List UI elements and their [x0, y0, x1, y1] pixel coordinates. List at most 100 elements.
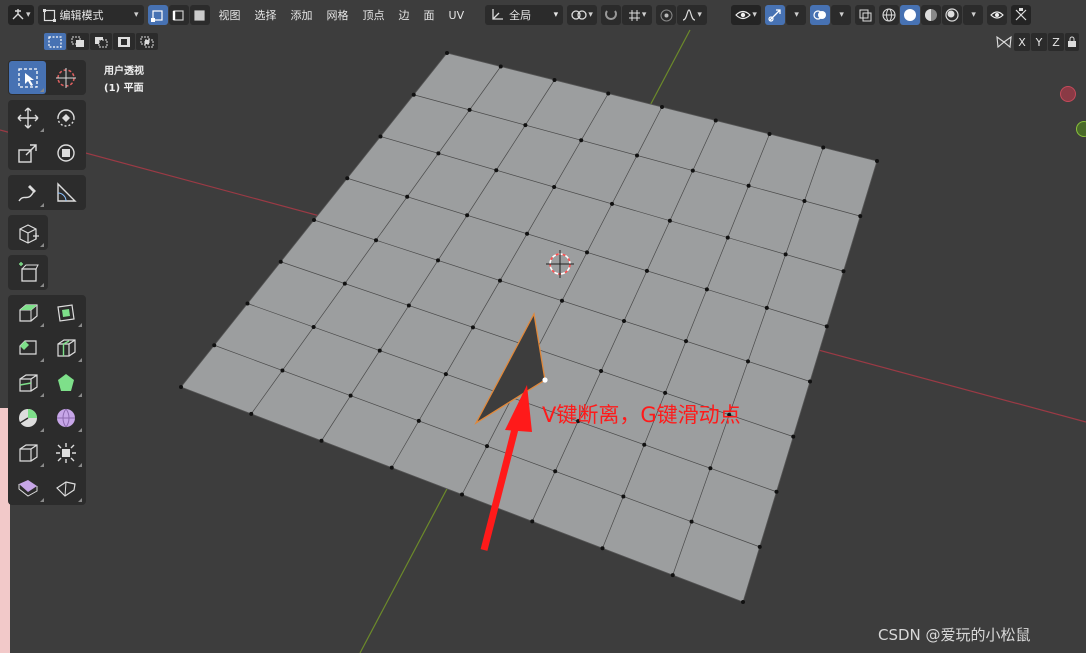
- vertex-select-button[interactable]: [147, 5, 168, 25]
- menu-mesh[interactable]: 网格: [322, 7, 354, 23]
- mesh-vertex[interactable]: [498, 64, 503, 69]
- snap-toggle-button[interactable]: [601, 5, 622, 25]
- rip-region-tool[interactable]: [47, 471, 84, 504]
- mesh-vertex[interactable]: [374, 238, 378, 243]
- mesh-vertex[interactable]: [875, 159, 879, 163]
- menu-add[interactable]: 添加: [286, 7, 318, 23]
- mesh-vertex[interactable]: [552, 78, 557, 82]
- select-subtract-button[interactable]: [90, 33, 112, 50]
- axis-z-button[interactable]: Z: [1048, 33, 1064, 51]
- mesh-vertex[interactable]: [708, 466, 713, 471]
- shrink-fatten-tool[interactable]: [47, 436, 84, 469]
- selected-vertex[interactable]: [542, 377, 548, 383]
- mesh-vertex[interactable]: [443, 372, 448, 377]
- scale-tool[interactable]: [9, 136, 46, 169]
- select-new-button[interactable]: [44, 33, 66, 50]
- wireframe-shading-button[interactable]: [879, 5, 900, 25]
- mesh-vertex[interactable]: [725, 235, 730, 240]
- mesh-vertex[interactable]: [642, 442, 647, 447]
- poly-build-tool[interactable]: [47, 366, 84, 399]
- mesh-vertex[interactable]: [690, 168, 695, 173]
- view-layer-visibility-button[interactable]: [987, 5, 1008, 25]
- nav-gizmo-x-icon[interactable]: [1060, 86, 1076, 102]
- mesh-vertex[interactable]: [278, 259, 283, 264]
- mesh-vertex[interactable]: [841, 269, 846, 274]
- mesh-vertex[interactable]: [525, 231, 530, 236]
- mesh-vertex[interactable]: [599, 369, 604, 374]
- mesh-vertex[interactable]: [606, 91, 611, 96]
- mesh-vertex[interactable]: [663, 390, 668, 395]
- mesh-vertex[interactable]: [552, 185, 557, 190]
- mesh-vertex[interactable]: [600, 546, 605, 551]
- mesh-vertex[interactable]: [858, 214, 863, 219]
- mesh-vertex[interactable]: [389, 465, 394, 470]
- mesh-vertex[interactable]: [406, 303, 411, 308]
- menu-edge[interactable]: 边: [394, 7, 415, 23]
- edge-select-button[interactable]: [168, 5, 189, 25]
- transform-tool[interactable]: [47, 136, 84, 169]
- mesh-vertex[interactable]: [249, 411, 254, 416]
- mesh-vertex[interactable]: [411, 92, 416, 97]
- mesh-vertex[interactable]: [689, 519, 694, 524]
- pivot-point-button[interactable]: ▾: [567, 5, 598, 25]
- mesh-vertex[interactable]: [405, 194, 410, 199]
- mesh-vertex[interactable]: [465, 213, 470, 218]
- mesh-vertex[interactable]: [764, 305, 769, 310]
- mirror-axis-button[interactable]: [1011, 5, 1032, 25]
- spin-tool[interactable]: [9, 401, 46, 434]
- mesh-vertex[interactable]: [319, 438, 324, 443]
- mesh-vertex[interactable]: [585, 250, 589, 255]
- extrude-tool[interactable]: [9, 296, 46, 329]
- select-box-tool[interactable]: [9, 61, 46, 94]
- mesh-vertex[interactable]: [560, 298, 564, 303]
- select-invert-button[interactable]: [113, 33, 135, 50]
- xray-toggle-button[interactable]: [855, 5, 876, 25]
- mesh-vertex[interactable]: [791, 434, 796, 439]
- mesh-vertex[interactable]: [470, 325, 475, 330]
- mesh-vertex[interactable]: [467, 107, 472, 112]
- menu-view[interactable]: 视图: [214, 7, 246, 23]
- overlay-toggle-button[interactable]: [810, 5, 831, 25]
- mesh-vertex[interactable]: [498, 278, 502, 283]
- gizmo-toggle-button[interactable]: [765, 5, 786, 25]
- menu-uv[interactable]: UV: [444, 9, 470, 22]
- mesh-vertex[interactable]: [523, 123, 528, 128]
- editor-type-button[interactable]: ▾: [8, 5, 34, 25]
- mesh-vertex[interactable]: [312, 218, 316, 222]
- mesh-vertex[interactable]: [774, 489, 779, 494]
- visibility-select-button[interactable]: ▾: [731, 5, 762, 25]
- mesh-vertex[interactable]: [684, 339, 688, 344]
- axis-y-button[interactable]: Y: [1031, 33, 1047, 51]
- mesh-vertex[interactable]: [579, 138, 584, 143]
- knife-tool[interactable]: [9, 366, 46, 399]
- mesh-vertex[interactable]: [635, 153, 639, 158]
- mesh-vertex[interactable]: [621, 494, 626, 499]
- mesh-vertex[interactable]: [212, 343, 217, 348]
- rotate-tool[interactable]: [47, 101, 84, 134]
- mesh-vertex[interactable]: [348, 393, 353, 398]
- mesh-vertex[interactable]: [821, 145, 826, 150]
- falloff-button[interactable]: ▾: [677, 5, 708, 25]
- rendered-shading-button[interactable]: [942, 5, 963, 25]
- mesh-vertex[interactable]: [746, 183, 751, 188]
- mesh-vertex[interactable]: [757, 544, 762, 549]
- mesh-vertex[interactable]: [445, 51, 449, 55]
- inset-tool[interactable]: [47, 296, 84, 329]
- mesh-vertex[interactable]: [670, 573, 675, 578]
- axis-x-button[interactable]: X: [1014, 33, 1030, 51]
- mesh-vertex[interactable]: [767, 132, 772, 136]
- mesh-vertex[interactable]: [460, 492, 464, 497]
- mesh-vertex[interactable]: [436, 151, 441, 156]
- add-cube-tool[interactable]: [9, 216, 46, 249]
- overlay-menu-button[interactable]: ▾: [831, 5, 852, 25]
- mesh-vertex[interactable]: [416, 418, 421, 423]
- mesh-vertex[interactable]: [802, 198, 807, 203]
- mesh-vertex[interactable]: [741, 600, 745, 604]
- mesh-vertex[interactable]: [660, 105, 664, 109]
- mesh-vertex[interactable]: [280, 368, 285, 373]
- mesh-vertex[interactable]: [245, 301, 250, 306]
- menu-select[interactable]: 选择: [250, 7, 282, 23]
- extrude-region-tool[interactable]: [9, 256, 46, 289]
- mesh-vertex[interactable]: [704, 287, 709, 292]
- snap-target-button[interactable]: ▾: [622, 5, 653, 25]
